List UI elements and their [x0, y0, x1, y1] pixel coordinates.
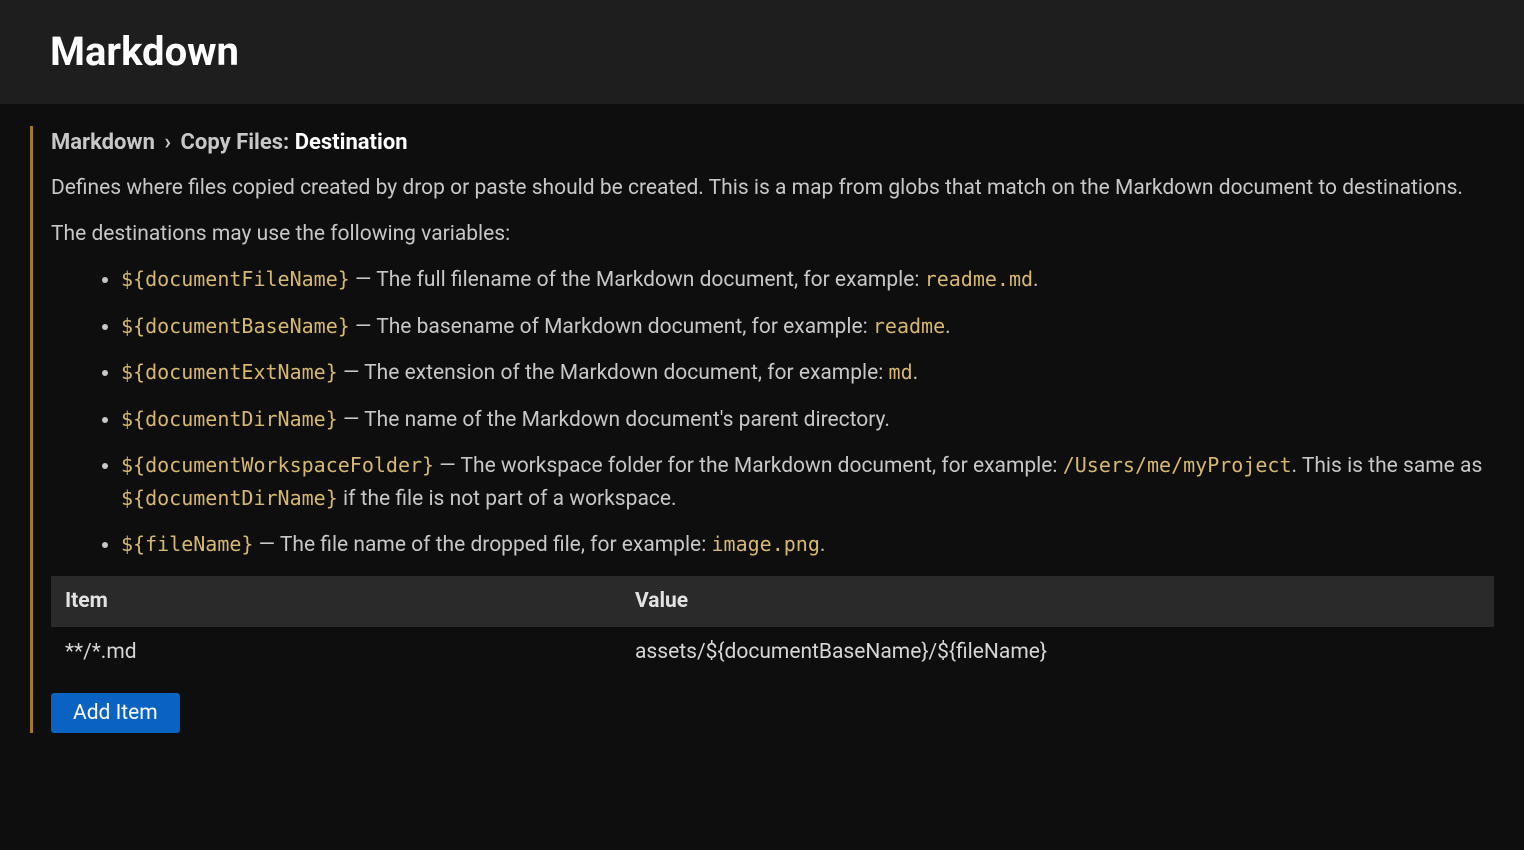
table-header-item: Item: [65, 586, 635, 618]
section-header: Markdown: [0, 0, 1524, 104]
table-row[interactable]: **/*.md assets/${documentBaseName}/${fil…: [51, 627, 1494, 679]
variable-item: ${documentDirName} — The name of the Mar…: [121, 404, 1494, 437]
breadcrumb-leaf: Destination: [295, 130, 408, 155]
table-cell-value: assets/${documentBaseName}/${fileName}: [635, 637, 1480, 669]
variables-list: ${documentFileName} — The full filename …: [51, 264, 1494, 562]
table-header-value: Value: [635, 586, 1480, 618]
variable-item: ${fileName} — The file name of the dropp…: [121, 529, 1494, 562]
variable-item: ${documentFileName} — The full filename …: [121, 264, 1494, 297]
chevron-icon: ›: [164, 130, 171, 155]
description-paragraph: The destinations may use the following v…: [51, 219, 1494, 251]
variable-token: ${documentExtName}: [121, 360, 338, 384]
add-item-button[interactable]: Add Item: [51, 693, 180, 733]
variable-token: ${fileName}: [121, 532, 253, 556]
variable-item: ${documentBaseName} — The basename of Ma…: [121, 311, 1494, 344]
table-header-row: Item Value: [51, 576, 1494, 628]
variable-item: ${documentExtName} — The extension of th…: [121, 357, 1494, 390]
description-paragraph: Defines where files copied created by dr…: [51, 173, 1494, 205]
page-title: Markdown: [50, 22, 1524, 82]
table-cell-item: **/*.md: [65, 637, 635, 669]
setting-title: Markdown › Copy Files: Destination: [51, 126, 1494, 159]
setting-description: Defines where files copied created by dr…: [51, 173, 1494, 562]
variable-token: ${documentWorkspaceFolder}: [121, 453, 434, 477]
settings-content: Markdown › Copy Files: Destination Defin…: [0, 104, 1524, 763]
destination-table: Item Value **/*.md assets/${documentBase…: [51, 576, 1494, 679]
variable-item: ${documentWorkspaceFolder} — The workspa…: [121, 450, 1494, 515]
setting-copyfiles-destination: Markdown › Copy Files: Destination Defin…: [30, 126, 1494, 733]
breadcrumb-group: Copy Files:: [181, 130, 290, 155]
variable-token: ${documentBaseName}: [121, 314, 350, 338]
breadcrumb-parent: Markdown: [51, 130, 155, 155]
variable-token: ${documentDirName}: [121, 407, 338, 431]
variable-token: ${documentFileName}: [121, 267, 350, 291]
